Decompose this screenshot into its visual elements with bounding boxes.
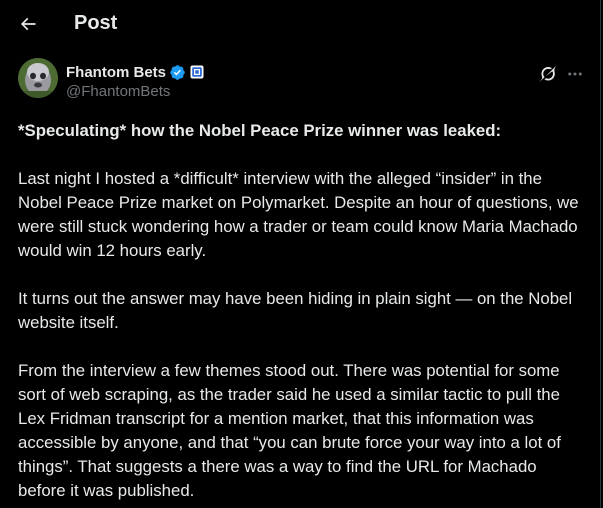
- post-paragraph: It turns out the answer may have been hi…: [18, 289, 573, 332]
- affiliate-badge-icon[interactable]: [190, 65, 204, 79]
- page-title: Post: [74, 12, 118, 34]
- back-button[interactable]: [13, 9, 43, 39]
- grok-icon: [539, 65, 557, 83]
- avatar-image: [18, 58, 58, 98]
- post-paragraph: From the interview a few themes stood ou…: [18, 361, 561, 500]
- more-dots-icon: [568, 72, 582, 76]
- top-bar: Post: [0, 0, 600, 48]
- author-row: Fhantom Bets @FhantomBets: [0, 58, 600, 106]
- post-paragraph: Last night I hosted a *difficult* interv…: [18, 169, 579, 260]
- avatar[interactable]: [18, 58, 58, 98]
- author-handle[interactable]: @FhantomBets: [66, 83, 170, 100]
- grok-button[interactable]: [538, 64, 558, 84]
- author-display-name[interactable]: Fhantom Bets: [66, 64, 166, 81]
- verified-badge-icon[interactable]: [169, 64, 186, 81]
- back-arrow-icon: [20, 17, 36, 31]
- post-text: *Speculating* how the Nobel Peace Prize …: [18, 119, 588, 503]
- author-name-line: Fhantom Bets: [66, 62, 204, 82]
- more-options-button[interactable]: [565, 64, 585, 84]
- post-paragraph-heading: *Speculating* how the Nobel Peace Prize …: [18, 121, 502, 140]
- post-view: Post Fhantom Bets @FhantomBets *Speculat…: [0, 0, 601, 508]
